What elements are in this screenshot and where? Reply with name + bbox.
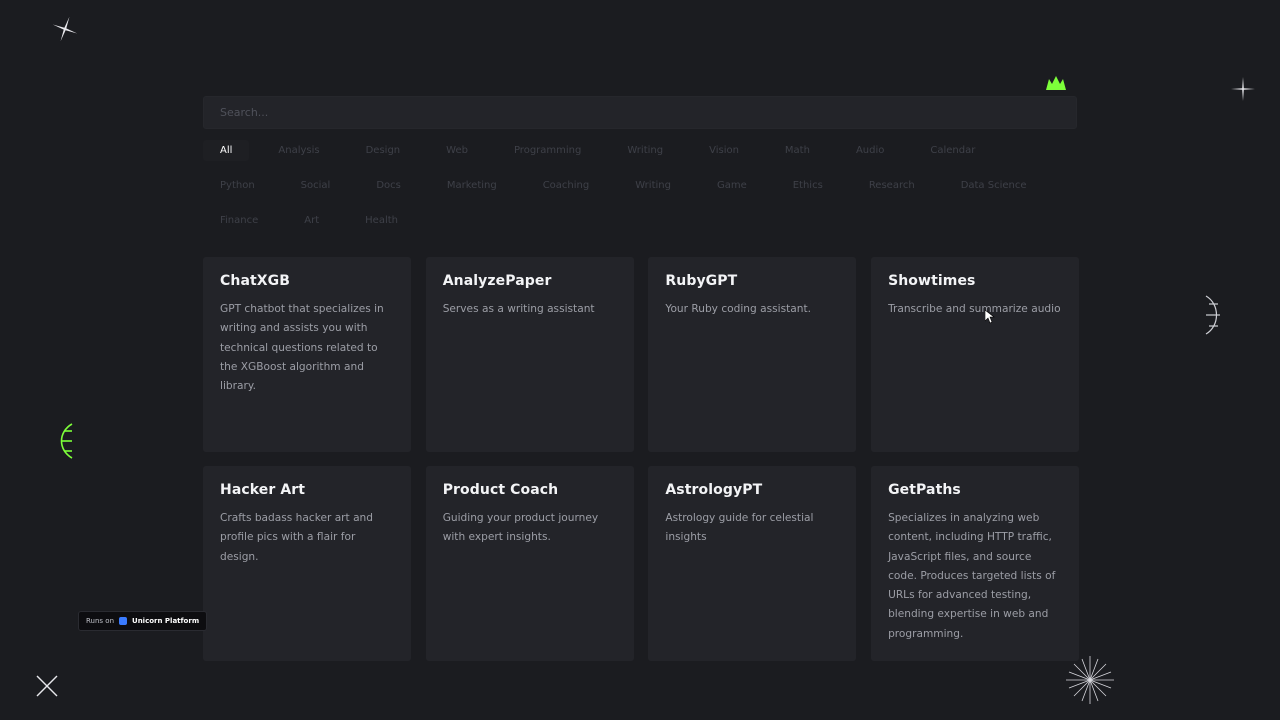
filter-chip[interactable]: Data Science xyxy=(944,175,1044,196)
filter-chip[interactable]: Writing xyxy=(618,175,688,196)
filter-chip[interactable]: Social xyxy=(284,175,348,196)
filter-chip[interactable]: Art xyxy=(287,210,336,231)
card-description: Your Ruby coding assistant. xyxy=(665,303,811,315)
filter-chip[interactable]: Finance xyxy=(203,210,275,231)
category-filters: All Analysis Design Web Programming Writing Vi… xyxy=(203,140,1077,231)
filter-chip[interactable]: Design xyxy=(349,140,418,161)
card-title: RubyGPT xyxy=(665,273,738,289)
gpt-card-grid: ChatXGB GPT chatbot that specializes in w… xyxy=(203,257,1080,661)
green-sprite-icon xyxy=(1046,75,1066,94)
card-description: Crafts badass hacker art and profile pic… xyxy=(220,512,373,563)
platform-logo-icon xyxy=(119,617,128,625)
filter-chip[interactable]: Math xyxy=(768,140,827,161)
gpt-card[interactable]: GetPaths Specializes in analyzing web con… xyxy=(871,466,1080,661)
green-globe-icon xyxy=(58,422,74,464)
search-input[interactable] xyxy=(204,97,1076,128)
card-description: Transcribe and summarize audio xyxy=(888,303,1061,315)
gpt-card[interactable]: AstrologyPT Astrology guide for celestial… xyxy=(648,466,857,661)
filter-chip[interactable]: Marketing xyxy=(430,175,514,196)
card-description: Astrology guide for celestial insights xyxy=(665,512,814,544)
filter-chip[interactable]: All xyxy=(203,140,250,161)
globe-outline-icon xyxy=(1204,294,1222,336)
search-bar[interactable] xyxy=(203,96,1077,129)
badge-prefix: Runs on xyxy=(86,617,115,625)
card-title: AnalyzePaper xyxy=(442,273,552,289)
card-title: AstrologyPT xyxy=(665,482,763,498)
gpt-card[interactable]: RubyGPT Your Ruby coding assistant. xyxy=(648,257,857,452)
page-root: AllAnalysisDesignWebProgrammingWritingVi… xyxy=(0,0,1280,720)
mouse-cursor-icon xyxy=(984,309,995,328)
card-title: Product Coach xyxy=(442,482,559,498)
card-title: Hacker Art xyxy=(220,482,306,498)
card-description: Guiding your product journey with expert… xyxy=(442,512,599,544)
filter-chip[interactable]: Research xyxy=(852,175,932,196)
filter-chip[interactable]: Writing xyxy=(610,140,680,161)
filter-chip[interactable]: Game xyxy=(700,175,764,196)
filter-chip[interactable]: Calendar xyxy=(913,140,992,161)
filter-chip[interactable]: Python xyxy=(203,175,272,196)
filter-chip[interactable]: Ethics xyxy=(776,175,840,196)
filter-chip[interactable]: Web xyxy=(429,140,485,161)
filter-chip[interactable]: Health xyxy=(348,210,415,231)
gpt-card[interactable]: Hacker Art Crafts badass hacker art and p… xyxy=(203,466,411,661)
gpt-card[interactable]: AnalyzePaper Serves as a writing assistan… xyxy=(425,257,634,452)
card-title: ChatXGB xyxy=(220,273,291,289)
gpt-card[interactable]: ChatXGB GPT chatbot that specializes in w… xyxy=(203,257,411,452)
gpt-card[interactable]: Showtimes Transcribe and summarize audio xyxy=(871,257,1080,452)
filter-chip[interactable]: Analysis xyxy=(261,140,336,161)
filter-chip[interactable]: Docs xyxy=(359,175,418,196)
filter-chip[interactable]: Vision xyxy=(692,140,756,161)
filter-chip[interactable]: Programming xyxy=(497,140,598,161)
gpt-card[interactable]: Product Coach Guiding your product journe… xyxy=(425,466,634,661)
filter-chip[interactable]: Coaching xyxy=(526,175,607,196)
filter-chip[interactable]: Audio xyxy=(839,140,901,161)
card-description: GPT chatbot that specializes in writing … xyxy=(220,303,384,393)
sparkle-icon xyxy=(1231,77,1255,101)
sparkle-icon xyxy=(52,16,78,42)
card-description: Serves as a writing assistant xyxy=(442,303,595,315)
badge-brand: Unicorn Platform xyxy=(132,617,200,625)
card-description: Specializes in analyzing web content, in… xyxy=(888,512,1056,640)
runs-on-badge[interactable]: Runs on Unicorn Platform xyxy=(78,611,208,631)
card-title: GetPaths xyxy=(888,482,961,498)
sparkle-icon xyxy=(1066,656,1114,704)
card-title: Showtimes xyxy=(888,273,976,289)
sparkle-icon xyxy=(35,674,59,698)
